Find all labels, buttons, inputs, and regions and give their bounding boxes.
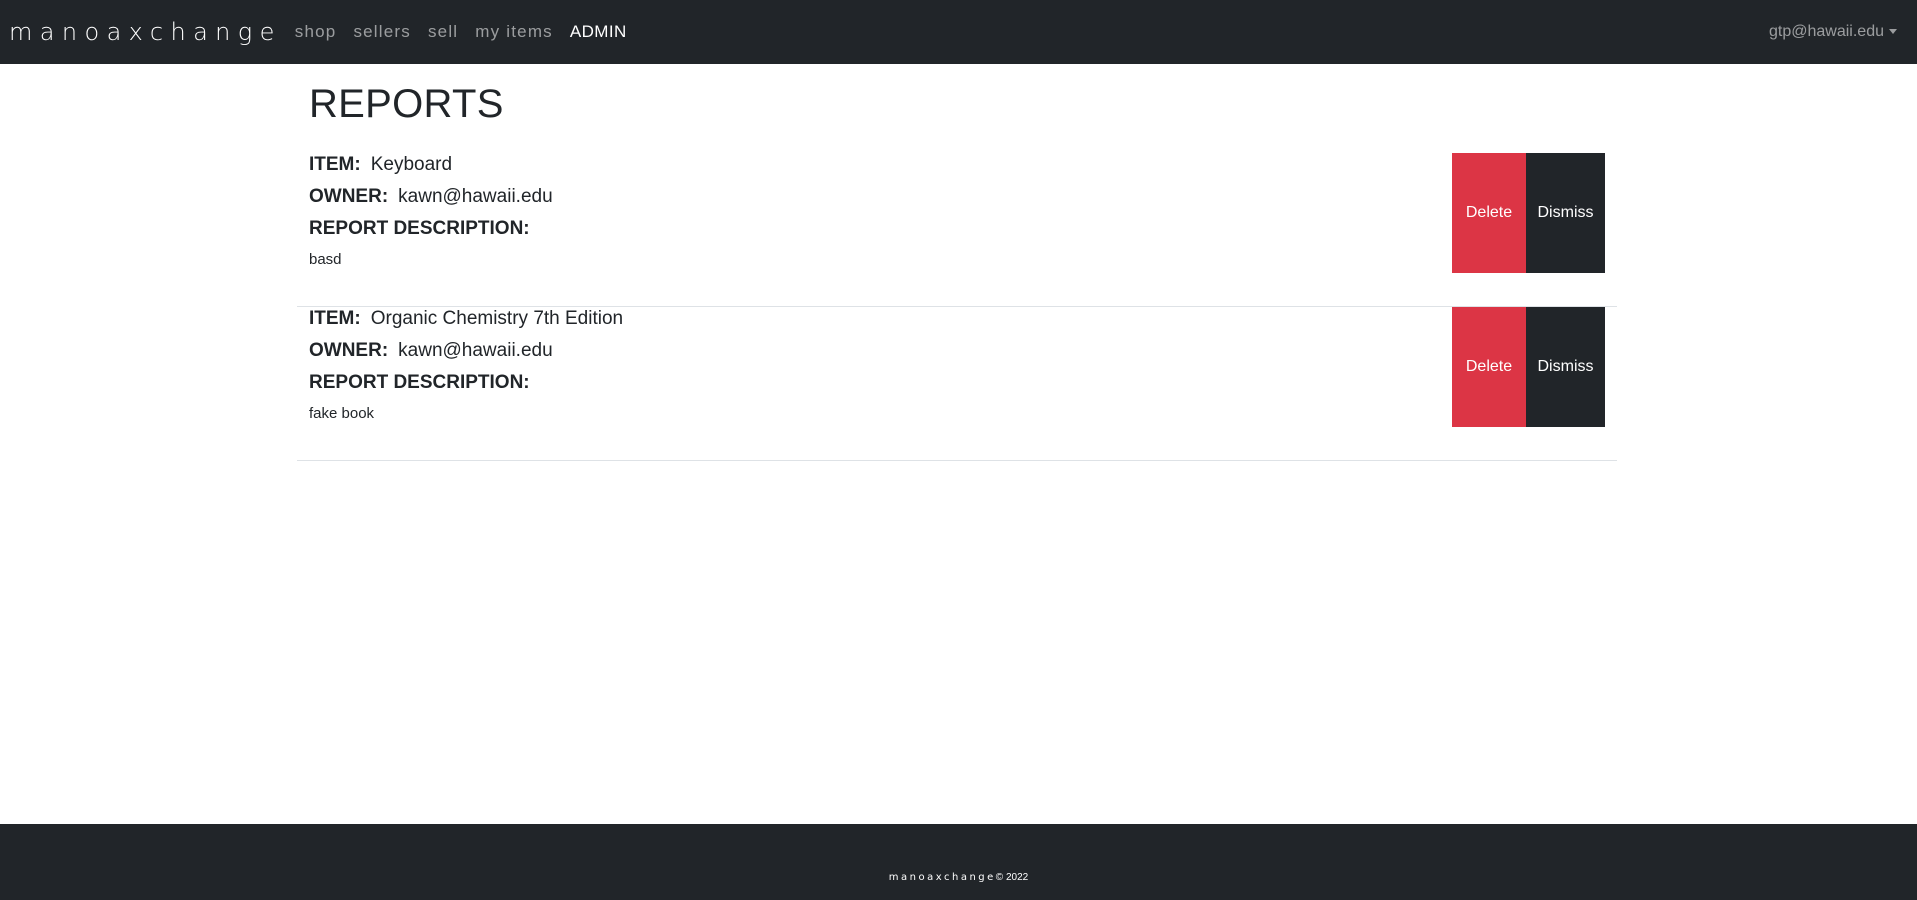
- report-description-label-line: REPORT DESCRIPTION:: [309, 372, 530, 394]
- owner-value: kawn@hawaii.edu: [398, 186, 553, 207]
- owner-label: OWNER:: [309, 340, 389, 361]
- footer-brand: manoaxchange: [888, 872, 996, 883]
- user-dropdown[interactable]: gtp@hawaii.edu: [1769, 0, 1897, 64]
- report-description-text: fake book: [309, 405, 375, 422]
- dismiss-button[interactable]: Dismiss: [1526, 153, 1605, 273]
- owner-value: kawn@hawaii.edu: [398, 340, 553, 361]
- footer: manoaxchange© 2022: [0, 824, 1917, 900]
- report-owner-line: OWNER: kawn@hawaii.edu: [309, 186, 553, 208]
- report-row: ITEM: Organic Chemistry 7th Edition OWNER…: [297, 307, 1617, 461]
- nav-link-admin[interactable]: ADMIN: [570, 22, 627, 42]
- top-navbar: manoaxchange shop sellers sell my items …: [0, 0, 1917, 64]
- report-actions: Delete Dismiss: [1452, 153, 1605, 273]
- item-value: Organic Chemistry 7th Edition: [370, 308, 624, 329]
- report-actions: Delete Dismiss: [1452, 307, 1605, 427]
- item-value: Keyboard: [370, 154, 453, 175]
- report-item-line: ITEM: Organic Chemistry 7th Edition: [309, 308, 623, 330]
- report-item-line: ITEM: Keyboard: [309, 154, 452, 176]
- footer-text: manoaxchange© 2022: [0, 872, 1917, 883]
- owner-label: OWNER:: [309, 186, 389, 207]
- report-description-text: basd: [309, 251, 342, 268]
- caret-down-icon: [1889, 28, 1897, 34]
- description-label: REPORT DESCRIPTION:: [309, 218, 530, 239]
- footer-copyright: © 2022: [995, 872, 1029, 883]
- item-label: ITEM:: [309, 308, 361, 329]
- page-title: REPORTS: [309, 82, 504, 126]
- item-label: ITEM:: [309, 154, 361, 175]
- report-description-label-line: REPORT DESCRIPTION:: [309, 218, 530, 240]
- nav-link-sell[interactable]: sell: [428, 22, 458, 42]
- report-owner-line: OWNER: kawn@hawaii.edu: [309, 340, 553, 362]
- nav-link-sellers[interactable]: sellers: [353, 22, 411, 42]
- nav-link-my-items[interactable]: my items: [475, 22, 553, 42]
- report-row: ITEM: Keyboard OWNER: kawn@hawaii.edu REPO…: [297, 153, 1617, 307]
- description-label: REPORT DESCRIPTION:: [309, 372, 530, 393]
- brand-logo[interactable]: manoaxchange: [9, 18, 282, 46]
- delete-button[interactable]: Delete: [1452, 307, 1526, 427]
- nav-links: shop sellers sell my items ADMIN: [295, 22, 644, 42]
- delete-button[interactable]: Delete: [1452, 153, 1526, 273]
- user-email: gtp@hawaii.edu: [1769, 23, 1884, 40]
- dismiss-button[interactable]: Dismiss: [1526, 307, 1605, 427]
- nav-link-shop[interactable]: shop: [295, 22, 337, 42]
